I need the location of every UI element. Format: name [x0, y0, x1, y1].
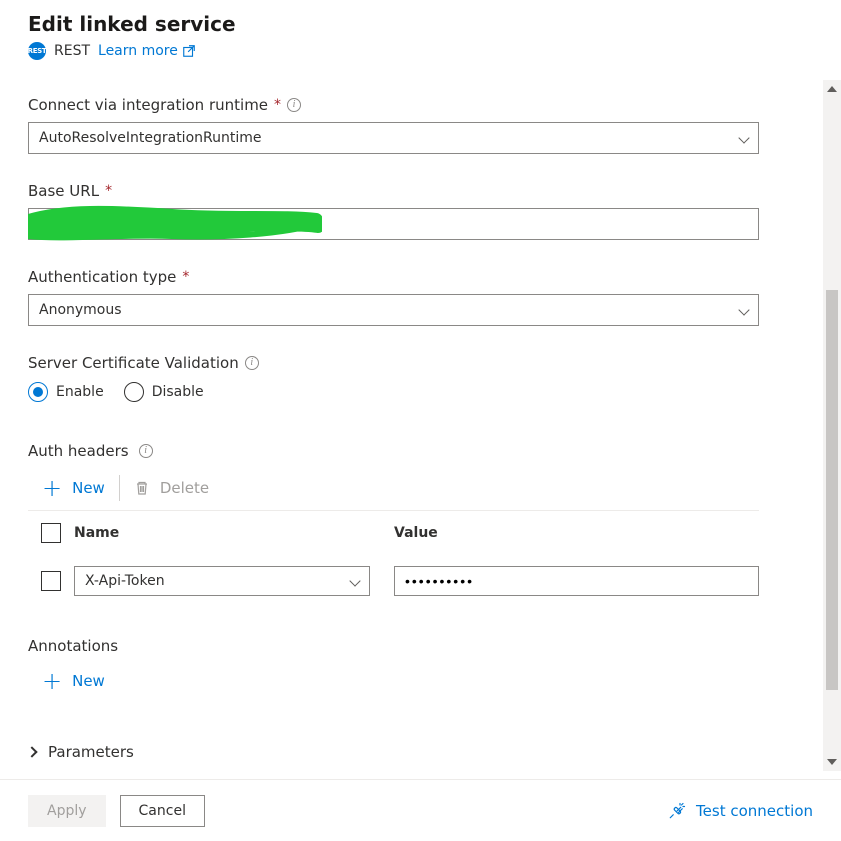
info-icon[interactable]: i: [245, 356, 259, 370]
cert-enable-label: Enable: [56, 384, 104, 400]
header-value-input[interactable]: [394, 566, 759, 596]
arrow-down-icon: [827, 759, 837, 765]
auth-type-select[interactable]: Anonymous: [28, 294, 759, 326]
scroll-up-button[interactable]: [823, 80, 841, 98]
required-asterisk: *: [182, 269, 189, 285]
chevron-down-icon: [349, 575, 360, 586]
header-name-value: X-Api-Token: [85, 573, 165, 589]
apply-button[interactable]: Apply: [28, 795, 106, 827]
cert-validation-label: Server Certificate Validation: [28, 354, 239, 372]
page-title: Edit linked service: [28, 12, 759, 36]
runtime-label: Connect via integration runtime: [28, 96, 268, 114]
trash-icon: [134, 480, 150, 496]
cancel-button[interactable]: Cancel: [120, 795, 205, 827]
new-annotation-button[interactable]: + New: [28, 672, 119, 690]
chevron-down-icon: [738, 132, 749, 143]
test-connection-label: Test connection: [696, 802, 813, 820]
rest-icon: REST: [28, 42, 46, 60]
scrollbar-thumb[interactable]: [826, 290, 838, 690]
new-header-label: New: [72, 479, 105, 497]
arrow-up-icon: [827, 86, 837, 92]
header-name-select[interactable]: X-Api-Token: [74, 566, 370, 596]
parameters-toggle[interactable]: Parameters: [28, 743, 759, 761]
required-asterisk: *: [105, 183, 112, 199]
runtime-value: AutoResolveIntegrationRuntime: [39, 130, 261, 146]
annotations-label: Annotations: [28, 637, 118, 655]
base-url-input[interactable]: [28, 208, 759, 240]
cert-disable-label: Disable: [152, 384, 204, 400]
service-type-label: REST: [54, 43, 90, 59]
parameters-label: Parameters: [48, 743, 134, 761]
plug-icon: [668, 802, 686, 820]
delete-header-button[interactable]: Delete: [120, 479, 223, 497]
learn-more-label: Learn more: [98, 43, 178, 59]
chevron-down-icon: [738, 304, 749, 315]
column-header-name: Name: [74, 525, 394, 541]
select-all-checkbox[interactable]: [41, 523, 61, 543]
learn-more-link[interactable]: Learn more: [98, 43, 196, 59]
info-icon[interactable]: i: [287, 98, 301, 112]
chevron-right-icon: [28, 746, 38, 757]
column-header-value: Value: [394, 525, 759, 541]
test-connection-button[interactable]: Test connection: [668, 802, 813, 820]
info-icon[interactable]: i: [139, 444, 153, 458]
external-link-icon: [182, 44, 196, 58]
new-annotation-label: New: [72, 672, 105, 690]
cert-disable-radio[interactable]: Disable: [124, 382, 204, 402]
required-asterisk: *: [274, 97, 281, 113]
auth-headers-label: Auth headers: [28, 442, 129, 460]
scroll-down-button[interactable]: [823, 753, 841, 771]
delete-header-label: Delete: [160, 479, 209, 497]
service-type-subhead: REST REST Learn more: [28, 42, 759, 60]
runtime-select[interactable]: AutoResolveIntegrationRuntime: [28, 122, 759, 154]
row-checkbox[interactable]: [41, 571, 61, 591]
auth-type-label: Authentication type: [28, 268, 176, 286]
footer-bar: Apply Cancel Test connection: [0, 779, 841, 841]
new-header-button[interactable]: + New: [28, 479, 119, 497]
cert-enable-radio[interactable]: Enable: [28, 382, 104, 402]
auth-headers-table: Name Value X-Api-Token: [28, 510, 759, 607]
base-url-label: Base URL: [28, 182, 99, 200]
table-row: X-Api-Token: [28, 555, 759, 607]
auth-type-value: Anonymous: [39, 302, 122, 318]
